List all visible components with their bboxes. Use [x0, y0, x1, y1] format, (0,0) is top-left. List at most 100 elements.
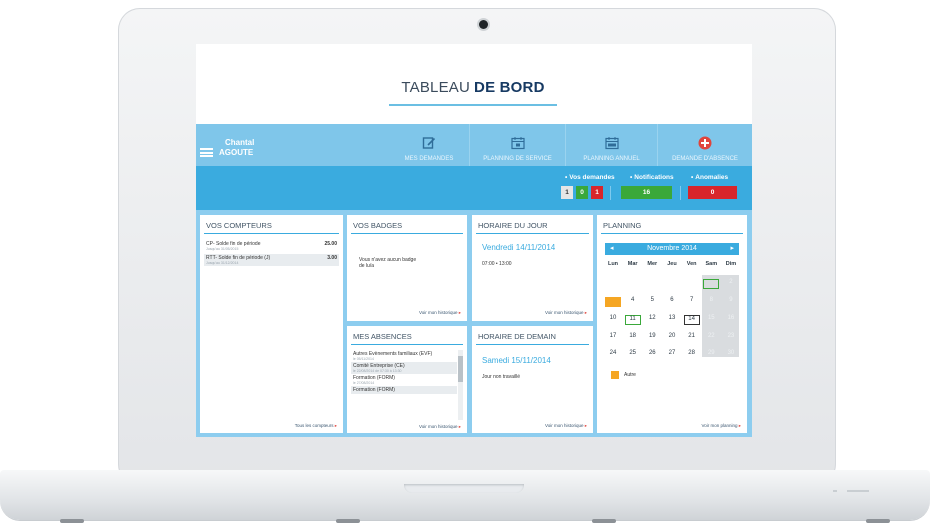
- weekday-row: Lun Mar Mer Jeu Ven Sam Dim: [607, 261, 737, 267]
- calendar-day[interactable]: 2: [723, 279, 739, 289]
- calendar-day[interactable]: 20: [664, 333, 680, 343]
- panel-title: PLANNING: [601, 219, 743, 234]
- planning-link[interactable]: Voir mon planning: [701, 423, 741, 429]
- calendar-day[interactable]: 21: [684, 333, 700, 343]
- menu-icon[interactable]: [200, 148, 213, 157]
- calendar-day[interactable]: 30: [723, 350, 739, 360]
- prev-month-icon[interactable]: ◂: [610, 243, 614, 255]
- list-item[interactable]: Autres Evènements familiaux (EVF) le 05/…: [351, 350, 457, 362]
- calendar-day[interactable]: 29: [703, 350, 719, 360]
- horaire-demain-historique-link[interactable]: Voir mon historique: [545, 423, 587, 429]
- week-row: 10 11 12 13 14 15 16: [605, 315, 739, 325]
- calendar-day[interactable]: 12: [644, 315, 660, 325]
- horaire-jour-date: Vendredi 14/11/2014: [482, 243, 556, 252]
- compteurs-panel: VOS COMPTEURS CP- Solde fin de période 2…: [200, 215, 343, 433]
- list-item[interactable]: Formation (FORM) le 27/08/2014: [351, 374, 457, 386]
- user-first-name: Chantal: [225, 138, 255, 147]
- notifications-badge[interactable]: 16: [621, 186, 672, 199]
- status-bar: Vos demandes 1 0 1 Notifications 16 Anom…: [196, 166, 752, 210]
- user-block: Chantal AGOUTE: [200, 138, 254, 157]
- horaire-jour-panel: HORAIRE DU JOUR Vendredi 14/11/2014 07:0…: [472, 215, 593, 321]
- calendar-day[interactable]: 23: [723, 333, 739, 343]
- calendar-icon: [510, 137, 525, 150]
- laptop-notch: [404, 484, 524, 493]
- legend-swatch: [611, 371, 619, 379]
- calendar-day[interactable]: 27: [664, 350, 680, 360]
- panel-title: MES ABSENCES: [351, 330, 463, 345]
- next-month-icon[interactable]: ▸: [730, 243, 734, 255]
- calendar-day[interactable]: 4: [625, 297, 641, 307]
- edit-icon: [422, 137, 436, 149]
- calendar-day[interactable]: 5: [644, 297, 660, 307]
- page-title: TABLEAU DE BORD: [389, 70, 557, 106]
- calendar-day[interactable]: 1: [703, 279, 720, 289]
- plus-circle-icon: [698, 136, 712, 150]
- demandes-pending-badge[interactable]: 1: [561, 186, 573, 199]
- calendar-day[interactable]: 18: [625, 333, 641, 343]
- badges-message: Vous n'avez aucun badge de lu/a: [359, 257, 417, 269]
- calendar-day[interactable]: 22: [703, 333, 719, 343]
- calendar-day[interactable]: 19: [644, 333, 660, 343]
- calendar-day[interactable]: 24: [605, 350, 621, 360]
- laptop-foot: [866, 519, 890, 523]
- user-last-name: AGOUTE: [219, 148, 254, 157]
- notifications-label: Notifications: [630, 174, 673, 181]
- dashboard-content: VOS COMPTEURS CP- Solde fin de période 2…: [196, 210, 752, 437]
- week-row: 1 2: [605, 279, 739, 289]
- horaire-demain-panel: HORAIRE DE DEMAIN Samedi 15/11/2014 Jour…: [472, 326, 593, 433]
- horaire-jour-historique-link[interactable]: Voir mon historique: [545, 310, 587, 316]
- anomalies-badge[interactable]: 0: [688, 186, 737, 199]
- calendar-day[interactable]: 3: [605, 297, 621, 307]
- demandes-label: Vos demandes: [565, 174, 614, 181]
- absences-historique-link[interactable]: Voir mon historique: [419, 424, 461, 430]
- horaire-demain-date: Samedi 15/11/2014: [482, 356, 551, 365]
- panel-title: VOS BADGES: [351, 219, 463, 234]
- calendar-day[interactable]: 26: [644, 350, 660, 360]
- tous-compteurs-link[interactable]: Tous les compteurs: [295, 423, 337, 429]
- laptop-base: [0, 470, 930, 520]
- panel-title: HORAIRE DE DEMAIN: [476, 330, 589, 345]
- planning-panel: PLANNING ◂ Novembre 2014 ▸ Lun Mar Mer Jeu V…: [597, 215, 747, 433]
- scrollbar-thumb[interactable]: [458, 356, 463, 382]
- laptop-foot: [592, 519, 616, 523]
- panel-title: HORAIRE DU JOUR: [476, 219, 589, 234]
- calendar-day-today[interactable]: 14: [683, 315, 700, 325]
- top-navbar: Chantal AGOUTE MES DEMANDES PLANNING DE …: [196, 124, 752, 166]
- badges-panel: VOS BADGES Vous n'avez aucun badge de lu…: [347, 215, 467, 321]
- week-row: 3 4567 89: [605, 297, 739, 307]
- calendar-day[interactable]: 17: [605, 333, 621, 343]
- calendar-day[interactable]: 7: [684, 297, 700, 307]
- calendar-day[interactable]: 9: [723, 297, 739, 307]
- calendar-day[interactable]: 10: [605, 315, 621, 325]
- badges-historique-link[interactable]: Voir mon historique: [419, 310, 461, 316]
- nav-demande-absence[interactable]: DEMANDE D'ABSENCE: [657, 124, 752, 166]
- horaire-demain-text: Jour non travaillé: [482, 374, 521, 380]
- demandes-accepted-badge[interactable]: 0: [576, 186, 588, 199]
- nav-planning-annuel[interactable]: PLANNING ANNUEL: [565, 124, 657, 166]
- demandes-refused-badge[interactable]: 1: [591, 186, 603, 199]
- compteurs-row: RTT- Solde fin de période (J) 3.00 Jusqu…: [204, 254, 339, 266]
- calendar-day[interactable]: 28: [684, 350, 700, 360]
- calendar-day[interactable]: 13: [664, 315, 680, 325]
- camera-icon: [479, 20, 488, 29]
- calendar-day[interactable]: 15: [703, 315, 719, 325]
- calendar-day[interactable]: 8: [703, 297, 719, 307]
- calendar-day[interactable]: 6: [664, 297, 680, 307]
- legend-item: Autre: [611, 371, 636, 379]
- screen: TABLEAU DE BORD Chantal AGOUTE MES DEMAND…: [196, 44, 752, 437]
- calendar-day[interactable]: 25: [625, 350, 641, 360]
- list-item[interactable]: Formation (FORM): [351, 386, 457, 394]
- divider: [610, 186, 611, 200]
- absences-scrollbar[interactable]: [458, 350, 463, 420]
- absences-list: Autres Evènements familiaux (EVF) le 05/…: [351, 350, 457, 420]
- week-row: 24 25 26 27 28 29 30: [605, 350, 739, 360]
- anomalies-label: Anomalies: [691, 174, 728, 181]
- week-row: 17 18 19 20 21 22 23: [605, 333, 739, 343]
- calendar-day[interactable]: 11: [624, 315, 641, 325]
- calendar-day[interactable]: 16: [723, 315, 739, 325]
- nav-planning-service[interactable]: PLANNING DE SERVICE: [469, 124, 565, 166]
- laptop-foot: [60, 519, 84, 523]
- nav-mes-demandes[interactable]: MES DEMANDES: [389, 124, 469, 166]
- list-item[interactable]: Comité Entreprise (CE) le 22/08/2014 de …: [351, 362, 457, 374]
- indicator-led: [833, 490, 837, 492]
